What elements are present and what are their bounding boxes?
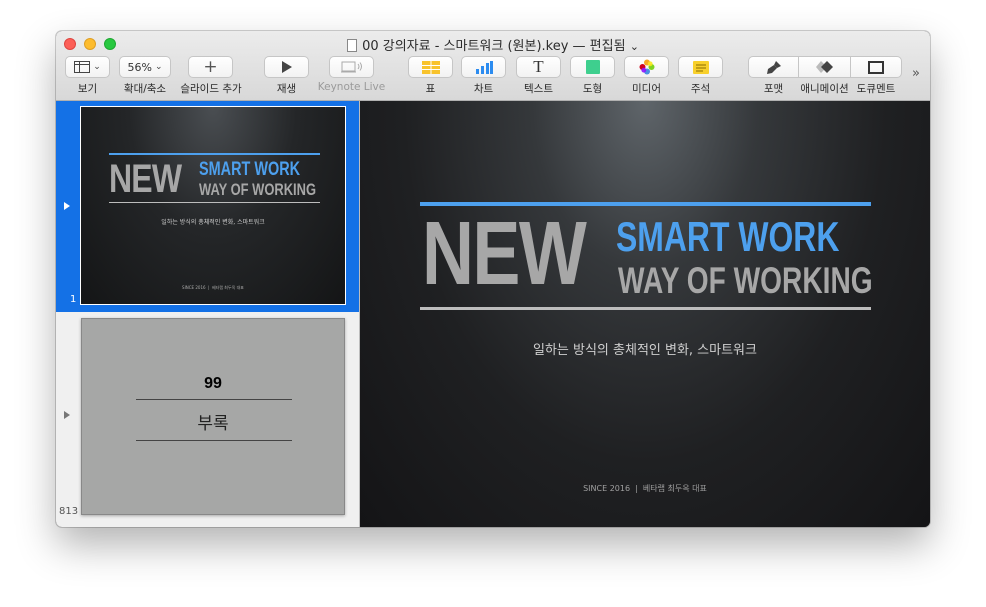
- disclosure-triangle-icon[interactable]: [64, 411, 70, 419]
- thumb-line1: SMART WORK: [199, 159, 301, 180]
- text-label: 텍스트: [524, 83, 553, 95]
- text-button[interactable]: T: [516, 56, 561, 78]
- format-label: 포맷: [763, 83, 784, 95]
- format-button[interactable]: [748, 56, 799, 78]
- thumb-new-word: NEW: [109, 157, 182, 201]
- slide-way-of-working: WAY OF WORKING: [618, 260, 873, 301]
- document-square-icon: [868, 60, 884, 74]
- window-title[interactable]: 00 강의자료 - 스마트워크 (원본).key — 편집됨 ⌄: [56, 35, 930, 54]
- view-label: 보기: [77, 83, 98, 95]
- add-slide-label: 슬라이드 추가: [180, 83, 242, 95]
- thumb-accent-rule: [109, 153, 320, 155]
- window-title-text: 00 강의자료 - 스마트워크 (원본).key — 편집됨: [362, 39, 626, 54]
- table-label: 표: [425, 83, 436, 95]
- animate-label: 애니메이션: [800, 83, 849, 95]
- keynote-document-icon: [347, 39, 358, 52]
- table-button[interactable]: [408, 56, 453, 78]
- plus-icon: +: [203, 57, 218, 77]
- title-chevron-icon: ⌄: [629, 40, 639, 53]
- zoom-label: 확대/축소: [123, 83, 167, 95]
- toolbar: 00 강의자료 - 스마트워크 (원본).key — 편집됨 ⌄ ⌄ 보기 56…: [56, 31, 930, 101]
- chevron-down-icon: ⌄: [154, 62, 163, 72]
- play-label: 재생: [276, 83, 297, 95]
- comment-label: 주석: [690, 83, 711, 95]
- play-button[interactable]: [264, 56, 309, 78]
- document-label: 도큐멘트: [856, 83, 896, 95]
- thumb2-rule-bottom: [136, 440, 292, 441]
- slide-footer: SINCE 2016 | 베타랩 최두옥 대표: [583, 484, 707, 493]
- media-button[interactable]: [624, 56, 669, 78]
- animate-button[interactable]: [798, 56, 851, 78]
- toolbar-overflow-button[interactable]: »: [912, 66, 920, 81]
- slide-thumbnail-2[interactable]: 99 부록: [81, 318, 345, 515]
- media-label: 미디어: [632, 83, 661, 95]
- chevron-down-icon: ⌄: [93, 62, 101, 72]
- slide-number: 1: [70, 294, 77, 305]
- media-photos-icon: [639, 59, 654, 75]
- keynote-live-icon: [340, 61, 362, 73]
- chart-button[interactable]: [461, 56, 506, 78]
- thumb-footer: SINCE 2016 | 베타랩 최두옥 대표: [182, 285, 244, 290]
- slide-smart-work: SMART WORK: [616, 213, 840, 260]
- slide-subtitle: 일하는 방식의 총체적인 변화, 스마트워크: [533, 343, 757, 358]
- shape-square-icon: [585, 60, 600, 74]
- animate-diamond-icon: [815, 61, 833, 73]
- add-slide-button[interactable]: +: [188, 56, 233, 78]
- thumb2-heading: 99: [204, 375, 222, 392]
- slide-canvas[interactable]: NEW SMART WORK WAY OF WORKING 일하는 방식의 총체…: [360, 101, 930, 527]
- disclosure-triangle-icon[interactable]: [64, 202, 70, 210]
- thumb-gray-rule: [109, 202, 320, 203]
- slide-gray-rule: [420, 307, 871, 310]
- chart-label: 차트: [473, 83, 494, 95]
- thumb-line2: WAY OF WORKING: [199, 180, 317, 199]
- keynote-window: 00 강의자료 - 스마트워크 (원본).key — 편집됨 ⌄ ⌄ 보기 56…: [56, 31, 930, 527]
- comment-note-icon: [692, 60, 709, 74]
- zoom-value: 56%: [127, 60, 152, 74]
- thumb2-subtitle: 부록: [197, 414, 229, 434]
- thumb2-rule-top: [136, 399, 292, 400]
- slide-navigator: 1 NEW SMART WORK WAY OF WORKING 일하는 방식의 …: [56, 101, 360, 527]
- view-sidebar-icon: [74, 61, 91, 73]
- view-button[interactable]: ⌄: [65, 56, 110, 78]
- comment-button[interactable]: [678, 56, 723, 78]
- shape-button[interactable]: [570, 56, 615, 78]
- slide-thumbnail-1[interactable]: NEW SMART WORK WAY OF WORKING 일하는 방식의 총체…: [80, 106, 346, 305]
- keynote-live-button[interactable]: [329, 56, 374, 78]
- format-paintbrush-icon: [766, 60, 781, 74]
- text-t-icon: T: [533, 57, 544, 76]
- thumb-subtitle: 일하는 방식의 총체적인 변화, 스마트워크: [161, 219, 265, 226]
- table-icon: [421, 60, 440, 74]
- slide-new-word: NEW: [422, 204, 587, 304]
- slide-number: 813: [59, 506, 79, 517]
- shape-label: 도형: [582, 83, 603, 95]
- chart-icon: [475, 60, 493, 74]
- keynote-live-label: Keynote Live: [317, 81, 386, 93]
- play-icon: [281, 61, 292, 73]
- document-button[interactable]: [850, 56, 902, 78]
- zoom-select[interactable]: 56% ⌄: [119, 56, 171, 78]
